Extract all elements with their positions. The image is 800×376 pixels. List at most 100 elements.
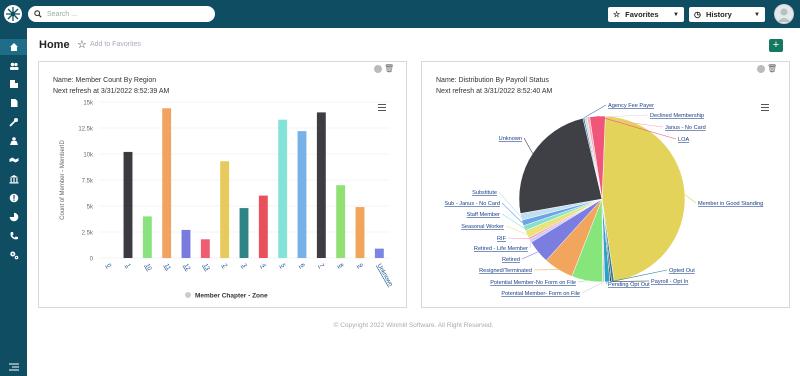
x-tick-label: 7 <box>318 263 325 269</box>
bar <box>123 151 133 258</box>
bar <box>316 112 326 259</box>
bar <box>162 108 172 258</box>
slice-connector <box>684 194 697 204</box>
footer-copyright: © Copyright 2022 Winmill Software. All R… <box>333 322 494 329</box>
history-label: History <box>705 10 732 19</box>
legend-label: Member Chapter - Zone <box>195 293 268 300</box>
building-icon <box>9 80 18 88</box>
info-icon <box>9 193 18 203</box>
page-title: Home <box>39 39 70 51</box>
x-tick-label: 2 <box>221 263 228 269</box>
slice-label: Retired <box>502 257 520 263</box>
legend-marker <box>185 292 191 298</box>
search-input[interactable]: Search ... <box>47 11 77 18</box>
x-tick-label: 0 <box>105 263 112 269</box>
sidebar-item-tools[interactable] <box>0 114 27 130</box>
x-tick-label: 5 <box>279 263 286 269</box>
x-tick-label: 11 <box>163 263 172 272</box>
x-tick-label: 13 <box>202 263 211 272</box>
pie-slice <box>601 115 686 282</box>
slice-connector <box>507 237 530 239</box>
sidebar-item-settings[interactable] <box>0 247 27 263</box>
bar <box>239 208 249 258</box>
phone-icon <box>10 232 18 240</box>
y-tick-label: 5k <box>87 205 94 211</box>
bar <box>374 248 384 258</box>
slice-label: Pending Opt Out <box>608 282 650 288</box>
bar <box>200 239 210 258</box>
sidebar-item-info[interactable] <box>0 190 27 206</box>
slice-label: LOA <box>678 137 689 143</box>
sidebar-item-bank[interactable] <box>0 171 27 187</box>
handshake-icon <box>9 157 18 163</box>
slice-label: Sub - Janus - No Card <box>444 201 500 207</box>
add-favorite-star-icon[interactable]: ☆ <box>77 38 87 51</box>
bar <box>355 207 365 258</box>
sidebar-item-home[interactable] <box>0 39 27 55</box>
favorites-label: Favorites <box>625 10 659 19</box>
slice-connector <box>521 251 539 260</box>
bar <box>278 119 288 259</box>
x-tick-label: 8 <box>337 263 344 269</box>
sidebar-item-reports[interactable] <box>0 209 27 225</box>
slice-label: Janus - No Card <box>665 125 706 131</box>
favorites-dropdown[interactable]: ☆ Favorites ▼ <box>608 7 684 22</box>
sidebar <box>0 28 27 376</box>
bar <box>181 229 191 258</box>
bar-chart: 0 2.5k 5k 7.5k 10k 12.5k 15k Count of Member - … <box>60 101 394 300</box>
slice-label: Staff Member <box>467 212 501 218</box>
bar <box>297 131 307 258</box>
history-dropdown[interactable]: ◷ History ▼ <box>689 7 765 22</box>
slice-label: Potential Member- Form on File <box>501 291 580 297</box>
caret-down-icon: ▼ <box>673 11 679 18</box>
sidebar-collapse-button[interactable] <box>0 359 27 375</box>
sidebar-item-buildings[interactable] <box>0 76 27 92</box>
x-tick-label: 10 <box>144 263 153 272</box>
y-axis-label: Count of Member - MemberID <box>60 139 66 219</box>
slice-label: RIF <box>497 236 507 242</box>
users-icon <box>9 62 18 70</box>
x-tick-label: 12 <box>182 263 191 272</box>
main-content: Home ☆ Add to Favorites + 🗑 Name: Member… <box>27 28 800 376</box>
caret-down-icon: ▼ <box>754 11 760 18</box>
slice-label: Opted Out <box>669 268 695 274</box>
tools-icon <box>8 118 18 127</box>
pie-chart: Member in Good Standing Opted Out Payroll … <box>444 103 763 297</box>
team-icon <box>9 137 18 145</box>
y-tick-label: 2.5k <box>82 231 94 237</box>
slice-label: Declined Membership <box>650 113 704 119</box>
bar <box>142 216 152 258</box>
x-tick-label: 6 <box>298 263 305 269</box>
slice-connector <box>581 281 604 294</box>
home-icon <box>9 43 18 51</box>
x-tick-label: 4 <box>260 263 267 269</box>
y-tick-label: 15k <box>83 101 94 107</box>
widget-member-count-by-region: 🗑 Name: Member Count By Region Next refr… <box>38 61 407 308</box>
bank-icon <box>9 175 18 184</box>
slice-connector <box>523 137 533 154</box>
add-to-favorites-link[interactable]: Add to Favorites <box>90 41 141 48</box>
sidebar-item-users[interactable] <box>0 58 27 74</box>
bar <box>220 161 230 258</box>
sidebar-item-phone[interactable] <box>0 228 27 244</box>
widget-distribution-by-payroll-status: 🗑 Name: Distribution By Payroll Status N… <box>421 61 790 308</box>
y-tick-label: 10k <box>83 153 94 159</box>
history-icon: ◷ <box>694 10 701 19</box>
slice-connector <box>498 191 522 218</box>
settings-icon <box>9 251 18 260</box>
x-tick-label: 1 <box>124 263 131 269</box>
search-icon <box>34 10 42 18</box>
slice-connector <box>577 280 588 283</box>
x-tick-label: 9 <box>356 263 363 269</box>
sidebar-item-documents[interactable] <box>0 95 27 111</box>
slice-label: Resigned/Terminated <box>479 268 532 274</box>
search-box[interactable]: Search ... <box>28 6 215 22</box>
x-tick-label: Unknown <box>376 263 394 288</box>
app-logo-icon[interactable] <box>4 5 22 23</box>
sidebar-item-handshake[interactable] <box>0 152 27 168</box>
slice-label: Member in Good Standing <box>698 201 763 207</box>
add-widget-button[interactable]: + <box>769 39 783 52</box>
sidebar-item-team[interactable] <box>0 133 27 149</box>
avatar[interactable] <box>774 4 794 24</box>
slice-label: Seasonal Worker <box>461 224 504 230</box>
